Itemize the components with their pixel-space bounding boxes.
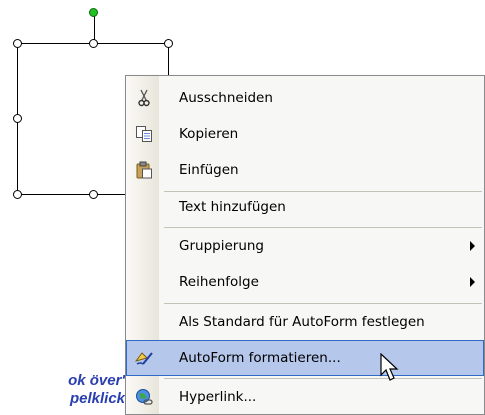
resize-handle-top-left[interactable]	[13, 39, 22, 48]
paste-icon	[135, 161, 153, 179]
menu-item-add-text[interactable]: Text hinzufügen	[126, 189, 484, 225]
menu-item-label: Hyperlink...	[179, 389, 257, 405]
rotation-handle[interactable]	[89, 8, 98, 17]
resize-handle-top-right[interactable]	[164, 39, 173, 48]
menu-item-label: Einfügen	[179, 162, 239, 178]
mouse-pointer-icon	[380, 353, 399, 381]
menu-item-grouping[interactable]: Gruppierung	[126, 228, 484, 264]
caption-line-2: pelklick!	[69, 390, 130, 407]
menu-item-order[interactable]: Reihenfolge	[126, 264, 484, 300]
menu-item-cut[interactable]: Ausschneiden	[126, 80, 484, 116]
menu-item-label: Gruppierung	[179, 238, 264, 254]
resize-handle-left[interactable]	[13, 114, 22, 123]
scissors-icon	[135, 89, 153, 107]
menu-item-copy[interactable]: Kopieren	[126, 116, 484, 152]
context-menu: Ausschneiden Kopieren Einfügen Text hinz…	[125, 75, 485, 415]
resize-handle-top[interactable]	[89, 39, 98, 48]
menu-item-label: Kopieren	[179, 126, 239, 142]
menu-item-format-autoshape[interactable]: AutoForm formatieren...	[126, 340, 484, 376]
resize-handle-bottom[interactable]	[89, 190, 98, 199]
menu-item-label: Reihenfolge	[179, 274, 259, 290]
submenu-arrow-icon	[470, 277, 475, 287]
menu-item-label: Als Standard für AutoForm festlegen	[179, 314, 425, 330]
resize-handle-bottom-left[interactable]	[13, 190, 22, 199]
submenu-arrow-icon	[470, 241, 475, 251]
copy-icon	[135, 125, 153, 143]
slide-caption: ok över't pelklick!	[0, 372, 130, 408]
menu-item-paste[interactable]: Einfügen	[126, 152, 484, 188]
caption-line-1: ok över't	[68, 372, 130, 389]
format-autoshape-icon	[134, 349, 153, 367]
menu-item-set-default[interactable]: Als Standard für AutoForm festlegen	[126, 304, 484, 340]
hyperlink-globe-icon	[135, 388, 153, 406]
menu-item-label: Ausschneiden	[179, 90, 273, 106]
menu-item-label: AutoForm formatieren...	[179, 350, 341, 366]
menu-item-label: Text hinzufügen	[179, 199, 286, 215]
